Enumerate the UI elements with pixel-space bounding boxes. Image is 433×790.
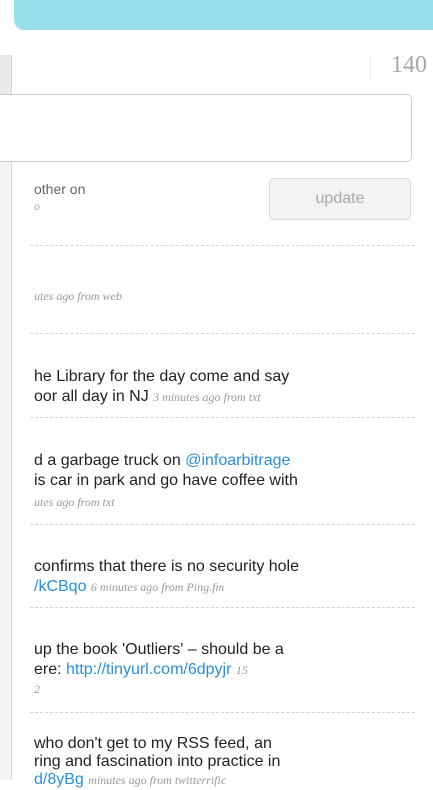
divider — [30, 333, 415, 334]
status-input[interactable] — [0, 95, 411, 161]
tweet-text: d a garbage truck on @infoarbitrage — [34, 451, 290, 471]
sidebar-rail — [0, 55, 12, 780]
latest-status: other on — [34, 181, 86, 197]
tweet-meta: minutes ago from twitterrific — [88, 773, 227, 787]
tweet-text: ere: http://tinyurl.com/6dpyjr 15 — [34, 660, 248, 680]
tweet-link[interactable]: /kCBqo — [34, 578, 86, 595]
tweet-meta: 2 — [34, 682, 40, 696]
tweet-meta: 6 minutes ago from Ping.fm — [90, 580, 225, 594]
tweet-text-segment: ere: — [34, 661, 67, 678]
tweet-meta: utes ago from web — [34, 289, 122, 303]
tweet-meta: 15 — [235, 663, 248, 677]
divider — [30, 524, 415, 525]
header-band — [14, 0, 433, 30]
character-counter: 140 — [391, 52, 427, 78]
tweet-text: confirms that there is no security hole — [34, 558, 300, 575]
tweet-text-segment: oor all day in NJ — [34, 388, 149, 405]
tweet-meta: 3 minutes ago from txt — [153, 390, 261, 404]
tweet-text: up the book 'Outliers' – should be a — [34, 641, 284, 658]
update-button[interactable]: update — [269, 178, 411, 220]
divider — [30, 607, 415, 608]
tweet-text: d/8yBg minutes ago from twitterrific — [34, 770, 226, 790]
divider — [30, 712, 415, 713]
divider — [30, 417, 415, 418]
tweet-link[interactable]: http://tinyurl.com/6dpyjr — [66, 661, 231, 678]
status-input-box[interactable] — [0, 94, 412, 162]
counter-separator — [370, 56, 371, 80]
tweet-text: who don't get to my RSS feed, an — [34, 735, 272, 752]
tweet-text: ring and fascination into practice in — [34, 753, 281, 770]
tweet-text: /kCBqo 6 minutes ago from Ping.fm — [34, 577, 224, 597]
mention-link[interactable]: @infoarbitrage — [185, 452, 290, 469]
tweet-text-segment: d a garbage truck on — [34, 452, 186, 469]
tweet-text: oor all day in NJ 3 minutes ago from txt — [34, 387, 261, 407]
tweet-meta: utes ago from txt — [34, 495, 115, 509]
tweet-text: is car in park and go have coffee with — [34, 472, 298, 489]
latest-status-meta: o — [34, 199, 40, 213]
divider — [30, 245, 415, 246]
tweet-text: he Library for the day come and say — [34, 368, 290, 385]
